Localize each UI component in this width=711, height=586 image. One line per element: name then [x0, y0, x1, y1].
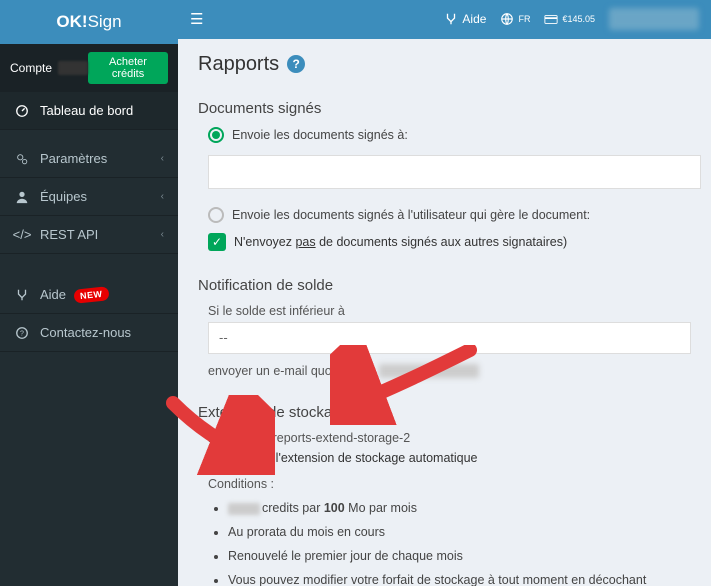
checkbox-no-send-others[interactable]: ✓ N'envoyez pas de documents signés aux …	[208, 233, 691, 251]
main-area: ☰ Aide FR €145.05 Rapports ?	[178, 0, 711, 586]
help-circle-icon[interactable]: ?	[287, 55, 305, 73]
page-title: Rapports ?	[198, 53, 691, 76]
section-heading: Documents signés	[198, 100, 691, 117]
sidebar-item-help[interactable]: Aide NEW	[0, 276, 178, 314]
signed-email-input[interactable]	[208, 155, 701, 189]
topbar-help[interactable]: Aide	[444, 12, 486, 26]
daily-email-label: envoyer un e-mail quotidien à:	[208, 364, 691, 379]
checkbox-icon	[208, 449, 226, 467]
code-icon: </>	[14, 227, 30, 242]
topbar-lang: FR	[518, 14, 530, 24]
sidebar-item-teams[interactable]: Équipes ‹	[0, 178, 178, 216]
sidebar-item-dashboard[interactable]: Tableau de bord	[0, 92, 178, 130]
storage-subline: myaccount-reports-extend-storage-2	[208, 431, 691, 445]
radio-send-to-manager[interactable]: Envoie les documents signés à l'utilisat…	[208, 207, 691, 223]
check-icon: ✓	[208, 233, 226, 251]
globe-icon	[500, 12, 514, 26]
topbar: ☰ Aide FR €145.05	[178, 0, 711, 39]
merge-icon	[14, 288, 30, 302]
topbar-credits[interactable]: €145.05	[544, 12, 595, 26]
list-item: Vous pouvez modifier votre forfait de st…	[228, 573, 691, 586]
checkbox-label: N'envoyez pas de documents signés aux au…	[234, 235, 567, 249]
section-storage-extension: Extension de stockage myaccount-reports-…	[198, 404, 691, 586]
brand-part1: OK!	[56, 12, 87, 32]
topbar-globe[interactable]: FR	[500, 12, 530, 26]
sidebar-item-label: Équipes	[40, 189, 87, 204]
chevron-left-icon: ‹	[161, 191, 164, 202]
gears-icon	[14, 152, 30, 166]
svg-text:?: ?	[20, 330, 24, 337]
account-row: Compte Acheter crédits	[0, 44, 178, 92]
section-signed-documents: Documents signés Envoie les documents si…	[198, 100, 691, 251]
help-icon: ?	[14, 326, 30, 340]
buy-credits-button[interactable]: Acheter crédits	[88, 52, 168, 84]
sidebar-item-settings[interactable]: Paramètres ‹	[0, 140, 178, 178]
list-item: Au prorata du mois en cours	[228, 525, 691, 539]
balance-threshold-select[interactable]: --	[208, 322, 691, 354]
new-badge: NEW	[73, 286, 109, 304]
balance-threshold-label: Si le solde est inférieur à	[208, 304, 691, 318]
account-label: Compte	[10, 61, 88, 75]
radio-send-to-address[interactable]: Envoie les documents signés à:	[208, 127, 691, 143]
list-item: credits par 100 Mo par mois	[228, 501, 691, 515]
radio-icon	[208, 127, 224, 143]
hamburger-icon[interactable]: ☰	[190, 10, 203, 28]
conditions-label: Conditions :	[208, 477, 691, 491]
sidebar-item-contact[interactable]: ? Contactez-nous	[0, 314, 178, 352]
conditions-list: credits par 100 Mo par mois Au prorata d…	[228, 501, 691, 586]
sidebar-item-label: Contactez-nous	[40, 325, 131, 340]
sidebar-item-label: Tableau de bord	[40, 103, 133, 118]
user-icon	[14, 190, 30, 204]
chevron-left-icon: ‹	[161, 153, 164, 164]
user-avatar[interactable]	[609, 8, 699, 30]
sidebar-item-label: REST API	[40, 227, 98, 242]
list-item: Renouvelé le premier jour de chaque mois	[228, 549, 691, 563]
chevron-left-icon: ‹	[161, 229, 164, 240]
sidebar-item-label: Paramètres	[40, 151, 107, 166]
section-balance-notification: Notification de solde Si le solde est in…	[198, 277, 691, 379]
section-heading: Notification de solde	[198, 277, 691, 294]
sidebar: OK!Sign Compte Acheter crédits Tableau d…	[0, 0, 178, 586]
dashboard-icon	[14, 104, 30, 118]
section-heading: Extension de stockage	[198, 404, 691, 421]
content: Rapports ? Documents signés Envoie les d…	[178, 39, 711, 586]
sidebar-item-restapi[interactable]: </> REST API ‹	[0, 216, 178, 254]
merge-icon	[444, 12, 458, 26]
topbar-credit-amount: €145.05	[562, 14, 595, 24]
sidebar-item-label: Aide	[40, 287, 66, 302]
radio-icon	[208, 207, 224, 223]
brand-logo: OK!Sign	[0, 0, 178, 44]
creditcard-icon	[544, 12, 558, 26]
checkbox-auto-storage[interactable]: Activer l'extension de stockage automati…	[208, 449, 691, 467]
brand-part2: Sign	[88, 12, 122, 32]
